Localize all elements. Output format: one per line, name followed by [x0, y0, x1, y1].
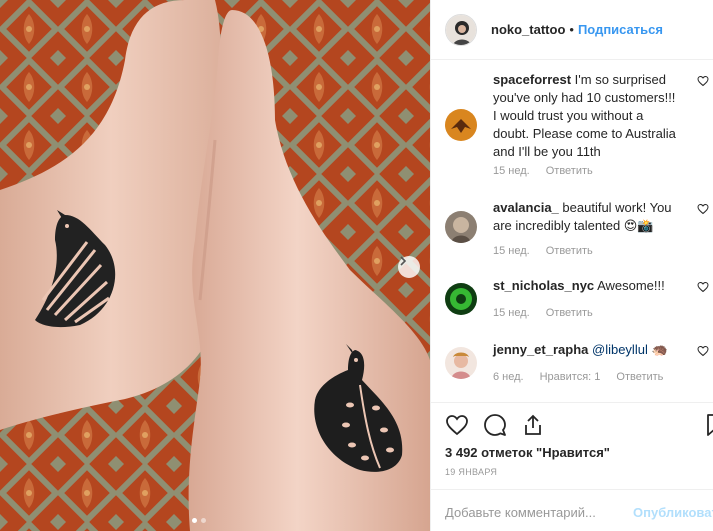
comment-input[interactable] — [445, 502, 625, 522]
comment-meta: 15 нед. Ответить — [493, 307, 593, 319]
reply-button[interactable]: Ответить — [546, 307, 593, 319]
avatar[interactable] — [445, 109, 477, 141]
comments-list[interactable]: spaceforrest I'm so surprised you've onl… — [431, 61, 713, 401]
comment-text: spaceforrest I'm so surprised you've onl… — [493, 71, 677, 161]
like-button[interactable] — [445, 413, 469, 437]
comment-mention[interactable]: @libeyllul — [592, 342, 648, 357]
post-header: noko_tattoo • Подписаться — [431, 0, 713, 60]
comment-text: jenny_et_rapha @libeyllul 🦔 — [493, 341, 677, 359]
comment-text: avalancia_ beautiful work! You are incre… — [493, 199, 677, 235]
share-button[interactable] — [521, 413, 545, 437]
comment-username[interactable]: avalancia_ — [493, 200, 559, 215]
comment-button[interactable] — [483, 413, 507, 437]
post-photo[interactable] — [0, 0, 430, 531]
heart-icon[interactable] — [697, 75, 709, 87]
comment-meta: 15 нед. Ответить — [493, 165, 593, 177]
heart-icon[interactable] — [697, 281, 709, 293]
avatar[interactable] — [445, 283, 477, 315]
likes-count[interactable]: 3 492 отметок "Нравится" — [445, 445, 610, 460]
comment-username[interactable]: st_nicholas_nyc — [493, 278, 594, 293]
heart-icon[interactable] — [697, 345, 709, 357]
heart-icon — [446, 415, 468, 436]
comment-icon — [484, 414, 506, 436]
avatar[interactable] — [445, 211, 477, 243]
next-photo-button[interactable] — [398, 256, 420, 278]
carousel-dot-active — [192, 518, 197, 523]
bookmark-icon[interactable] — [703, 413, 713, 437]
comment-meta: 6 нед. Нравится: 1 Ответить — [493, 371, 663, 383]
post-actions: 3 492 отметок "Нравится" 19 ЯНВАРЯ Опубл… — [431, 402, 713, 531]
post-details-panel: noko_tattoo • Подписаться spaceforrest I… — [430, 0, 713, 531]
header-separator: • — [569, 22, 574, 37]
comment-time: 6 нед. — [493, 371, 524, 383]
post-date: 19 ЯНВАРЯ — [445, 467, 498, 477]
chevron-right-icon — [400, 256, 407, 266]
carousel-indicator — [192, 518, 206, 523]
comment-message: 🦔 — [651, 342, 668, 357]
avatar[interactable] — [445, 13, 477, 46]
comment-time: 15 нед. — [493, 307, 530, 319]
action-icons — [445, 413, 545, 437]
share-icon — [525, 414, 541, 435]
comment-time: 15 нед. — [493, 245, 530, 257]
publish-button[interactable]: Опубликовать — [633, 505, 713, 520]
comment-time: 15 нед. — [493, 165, 530, 177]
comment-meta: 15 нед. Ответить — [493, 245, 593, 257]
avatar[interactable] — [445, 347, 477, 379]
reply-button[interactable]: Ответить — [546, 165, 593, 177]
reply-button[interactable]: Ответить — [616, 371, 663, 383]
post-author-username[interactable]: noko_tattoo — [491, 22, 565, 37]
carousel-dot — [201, 518, 206, 523]
comment-username[interactable]: jenny_et_rapha — [493, 342, 588, 357]
follow-button[interactable]: Подписаться — [578, 22, 663, 37]
heart-icon[interactable] — [697, 203, 709, 215]
comment-likes-count[interactable]: Нравится: 1 — [540, 371, 601, 383]
comment-message: Awesome!!! — [597, 278, 665, 293]
comment-username[interactable]: spaceforrest — [493, 72, 571, 87]
comment-text: st_nicholas_nyc Awesome!!! — [493, 277, 677, 295]
reply-button[interactable]: Ответить — [546, 245, 593, 257]
tattoo-photo-image — [0, 0, 430, 531]
add-comment-section: Опубликовать — [431, 489, 713, 531]
